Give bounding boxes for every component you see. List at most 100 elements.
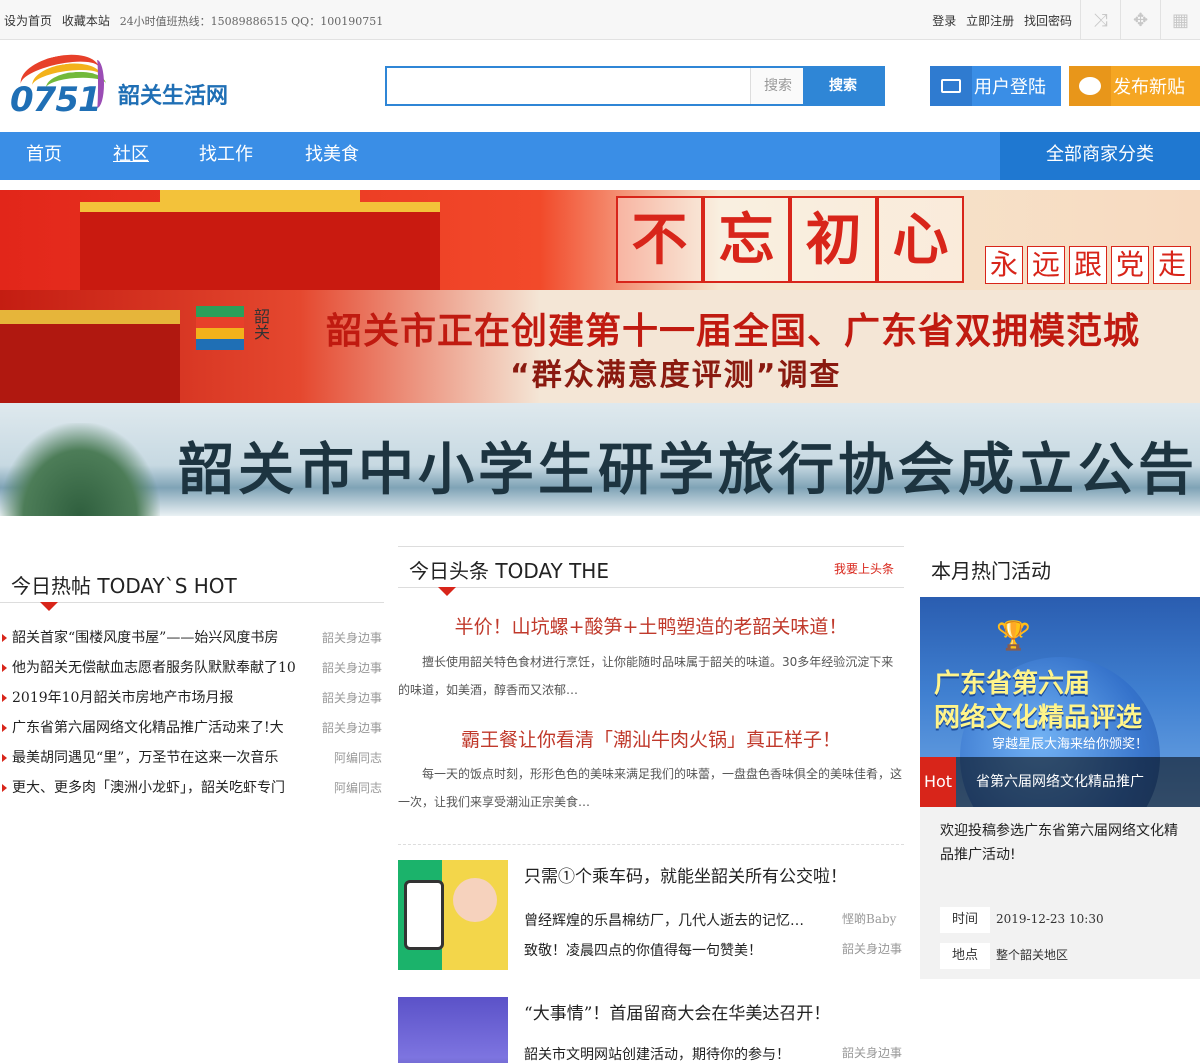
- list-item[interactable]: 广东省第六届网络文化精品推广活动来了!大 韶关身边事: [0, 713, 384, 743]
- post-source: 韶关身边事: [321, 721, 382, 735]
- news-item[interactable]: 只需①个乘车码，就能坐韶关所有公交啦！ 曾经辉煌的乐昌棉纺厂，几代人逝去的记忆……: [398, 860, 904, 972]
- divider: [398, 844, 904, 845]
- nav-item-community[interactable]: 社区: [113, 132, 149, 180]
- post-source: 韶关身边事: [321, 661, 382, 675]
- time-value: 2019-12-23 10:30: [996, 912, 1104, 926]
- banner-study-tour[interactable]: 韶关市中小学生研学旅行协会成立公告: [0, 403, 1200, 516]
- post-new-label: 发布新贴: [1113, 77, 1185, 98]
- list-item[interactable]: 他为韶关无偿献血志愿者服务队默默奉献了10 韶关身边事: [0, 653, 384, 683]
- banner-gate: [80, 202, 440, 290]
- section-title: 今日头条 TODAY THE: [409, 559, 609, 583]
- logo-number: 0751: [10, 80, 102, 120]
- list-item[interactable]: 最美胡同遇见“里”，万圣节在这来一次音乐 阿编同志: [0, 743, 384, 773]
- news-row-source: 韶关身边事: [842, 1046, 903, 1060]
- news-row[interactable]: 曾经辉煌的乐昌棉纺厂，几代人逝去的记忆… 悭啲Baby: [524, 910, 896, 930]
- hot-posts-list: 韶关首家“围楼风度书屋”——始兴风度书房 韶关身边事 他为韶关无偿献血志愿者服务队…: [0, 623, 384, 803]
- hot-posts-section: 今日热帖 TODAY`S HOT 韶关首家“围楼风度书屋”——始兴风度书房 韶关身…: [0, 561, 384, 803]
- post-source: 阿编同志: [333, 751, 382, 765]
- trophy-icon: 🏆: [996, 619, 1031, 652]
- register-link[interactable]: 立即注册: [966, 14, 1014, 28]
- banner-party[interactable]: 不 忘 初 心 永 远 跟 党 走: [0, 190, 1200, 290]
- section-title: 今日热帖 TODAY`S HOT: [11, 574, 237, 598]
- person-face: [453, 878, 497, 922]
- list-item[interactable]: 韶关首家“围楼风度书屋”——始兴风度书房 韶关身边事: [0, 623, 384, 653]
- nav-item-home[interactable]: 首页: [26, 132, 62, 180]
- user-login-label: 用户登陆: [974, 77, 1046, 98]
- top-bar: 设为首页 收藏本站 24小时值班热线：15089886515 QQ：100190…: [0, 0, 1200, 40]
- monitor-icon: [930, 66, 972, 106]
- list-item[interactable]: 更大、更多肉「澳洲小龙虾」，韶关吃虾专门 阿编同志: [0, 773, 384, 803]
- headlines-header: 今日头条 TODAY THE 我要上头条: [398, 546, 904, 596]
- post-title[interactable]: 2019年10月韶关市房地产市场月报: [12, 683, 297, 713]
- banner-subtitle: “群众满意度评测”调查: [510, 358, 842, 393]
- news-thumbnail[interactable]: [398, 860, 508, 970]
- headlines-section: 今日头条 TODAY THE 我要上头条 半价！山坑螺+酸笋+土鸭塑造的老韶关味…: [398, 546, 904, 1063]
- nav-item-jobs[interactable]: 找工作: [199, 132, 253, 180]
- set-home-link[interactable]: 设为首页: [4, 14, 52, 28]
- phone-qr-icon: [404, 880, 444, 950]
- activity-image-line3: 穿越星辰大海来给你颁奖！: [992, 737, 1149, 752]
- arrow-icon: [2, 754, 7, 762]
- site-logo[interactable]: 0751 韶关生活网: [10, 48, 250, 120]
- search-box: 搜索 搜索: [385, 66, 885, 106]
- news-row[interactable]: 韶关市文明网站创建活动，期待你的参与！ 韶关身边事: [524, 1044, 902, 1063]
- monthly-activity-section: 本月热门活动 🏆 广东省第六届 网络文化精品评选 穿越星辰大海来给你颁奖！ Ho…: [920, 546, 1200, 979]
- grid-icon[interactable]: ▦: [1160, 0, 1200, 40]
- post-title[interactable]: 广东省第六届网络文化精品推广活动来了!大: [12, 713, 297, 743]
- headline-title[interactable]: 半价！山坑螺+酸笋+土鸭塑造的老韶关味道！: [398, 612, 904, 639]
- submit-headline-link[interactable]: 我要上头条: [834, 560, 894, 577]
- search-hint: 搜索: [750, 68, 805, 104]
- user-login-button[interactable]: 用户登陆: [930, 66, 1061, 106]
- news-thumbnail[interactable]: [398, 997, 508, 1063]
- nav-item-food[interactable]: 找美食: [305, 132, 359, 180]
- shuffle-icon[interactable]: ⤨: [1080, 0, 1120, 40]
- hot-badge: Hot: [920, 757, 956, 807]
- activity-caption-bar: Hot 省第六届网络文化精品推广: [920, 757, 1200, 807]
- news-row-text[interactable]: 曾经辉煌的乐昌棉纺厂，几代人逝去的记忆…: [524, 913, 804, 929]
- top-icons: ⤨ ✥ ▦: [1080, 0, 1200, 40]
- slogan-char: 初: [790, 196, 877, 283]
- news-title[interactable]: “大事情”！首届留商大会在华美达召开！: [524, 999, 830, 1024]
- sub-slogan-char: 永: [985, 246, 1023, 284]
- banner-model-city[interactable]: 韶关 韶关市正在创建第十一届全国、广东省双拥模范城 “群众满意度评测”调查: [0, 290, 1200, 403]
- post-new-button[interactable]: 发布新贴: [1069, 66, 1200, 106]
- news-item[interactable]: “大事情”！首届留商大会在华美达召开！ 韶关市文明网站创建活动，期待你的参与！韶…: [398, 997, 904, 1063]
- login-link[interactable]: 登录: [932, 14, 956, 28]
- forgot-password-link[interactable]: 找回密码: [1024, 14, 1072, 28]
- place-label: 地点: [940, 943, 990, 969]
- section-title: 本月热门活动: [931, 559, 1051, 583]
- all-categories-button[interactable]: 全部商家分类: [1000, 132, 1200, 180]
- post-source: 阿编同志: [333, 781, 382, 795]
- activity-image[interactable]: 🏆 广东省第六届 网络文化精品评选 穿越星辰大海来给你颁奖！ Hot 省第六届网…: [920, 597, 1200, 807]
- list-item[interactable]: 2019年10月韶关市房地产市场月报 韶关身边事: [0, 683, 384, 713]
- triangle-marker-icon: [438, 587, 456, 596]
- post-title[interactable]: 更大、更多肉「澳洲小龙虾」，韶关吃虾专门: [12, 773, 297, 803]
- post-title[interactable]: 他为韶关无偿献血志愿者服务队默默奉献了10: [12, 653, 297, 683]
- shaoguan-emblem-icon: [196, 306, 244, 350]
- banner-gate: [0, 310, 180, 403]
- activity-image-line2: 网络文化精品评选: [934, 703, 1143, 733]
- search-input[interactable]: [387, 68, 750, 104]
- post-title[interactable]: 韶关首家“围楼风度书屋”——始兴风度书房: [12, 623, 297, 653]
- triangle-marker-icon: [40, 602, 58, 611]
- headline-desc: 擅长使用韶关特色食材进行烹饪，让你能随时品味属于韶关的味道。30多年经验沉淀下来…: [398, 655, 894, 697]
- post-title[interactable]: 最美胡同遇见“里”，万圣节在这来一次音乐: [12, 743, 297, 773]
- move-icon[interactable]: ✥: [1120, 0, 1160, 40]
- arrow-icon: [2, 664, 7, 672]
- activity-image-line1: 广东省第六届: [934, 669, 1091, 699]
- news-row-text[interactable]: 韶关市文明网站创建活动，期待你的参与！: [524, 1047, 790, 1063]
- search-button[interactable]: 搜索: [803, 68, 883, 104]
- headline-title[interactable]: 霸王餐让你看清「潮汕牛肉火锅」真正样子！: [398, 725, 904, 752]
- activity-caption[interactable]: 省第六届网络文化精品推广: [976, 757, 1144, 807]
- news-row[interactable]: 致敬！凌晨四点的你值得每一句赞美！ 韶关身边事: [524, 940, 902, 960]
- slogan-char: 忘: [703, 196, 790, 283]
- arrow-icon: [2, 784, 7, 792]
- arrow-icon: [2, 634, 7, 642]
- bookmark-link[interactable]: 收藏本站: [62, 14, 110, 28]
- news-row-text[interactable]: 致敬！凌晨四点的你值得每一句赞美！: [524, 943, 762, 959]
- banner-slogan: 不 忘 初 心: [616, 196, 964, 283]
- arrow-icon: [2, 724, 7, 732]
- activity-header: 本月热门活动: [920, 546, 1200, 597]
- news-title[interactable]: 只需①个乘车码，就能坐韶关所有公交啦！: [524, 862, 847, 887]
- banner-title: 韶关市中小学生研学旅行协会成立公告: [178, 437, 1198, 503]
